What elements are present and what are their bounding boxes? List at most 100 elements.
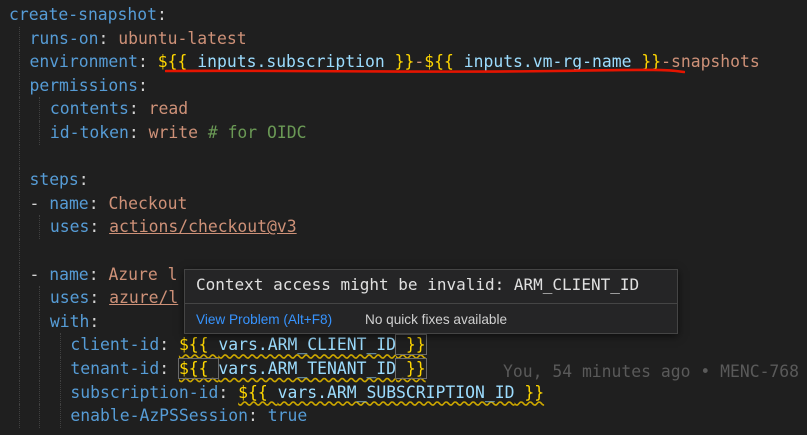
code-token: :	[159, 335, 179, 355]
indent-guide	[59, 333, 62, 357]
code-token: }}	[395, 334, 427, 356]
indent-guide	[39, 380, 41, 405]
indent-guide	[59, 380, 62, 405]
code-text: client-id: ${{ vars.ARM_CLIENT_ID }}	[70, 333, 427, 357]
code-text: enable-AzPSSession: true	[70, 404, 307, 428]
code-text: create-snapshot:	[9, 3, 167, 27]
code-token: :	[128, 99, 149, 119]
no-quick-fixes-label: No quick fixes available	[365, 312, 508, 327]
indent-guide	[19, 380, 21, 405]
code-token: enable-AzPSSession	[70, 406, 248, 426]
view-problem-link[interactable]: View Problem (Alt+F8)	[196, 312, 332, 327]
code-token: :	[88, 264, 109, 284]
code-text: tenant-id: ${{ vars.ARM_TENANT_ID }}	[70, 357, 427, 381]
code-line[interactable]: uses: actions/checkout@v3	[0, 215, 807, 239]
code-token: write	[148, 123, 198, 142]
code-token: :	[157, 5, 167, 24]
code-token: vars.ARM_TENANT_ID	[218, 359, 397, 378]
code-line[interactable]	[0, 144, 807, 169]
code-token: create-snapshot	[9, 5, 158, 24]
indent-guide	[19, 333, 21, 357]
indent-guide	[59, 404, 62, 428]
indent-guide	[19, 239, 21, 263]
code-token: vars.ARM_SUBSCRIPTION_ID	[277, 382, 515, 402]
code-token: contents	[49, 99, 129, 119]
code-token: :	[128, 123, 149, 142]
code-token: subscription-id	[70, 382, 219, 402]
code-line[interactable]: runs-on: ubuntu-latest	[0, 26, 807, 51]
code-token: -	[29, 193, 50, 213]
code-token: :	[89, 288, 110, 308]
code-token: }}	[514, 382, 545, 402]
indent-guide	[39, 121, 41, 145]
code-token: -	[29, 264, 50, 284]
indent-guide	[19, 262, 21, 287]
code-token: :	[248, 406, 268, 426]
code-line[interactable]: steps:	[0, 168, 807, 192]
code-text: with:	[50, 310, 99, 334]
indent-guide	[19, 191, 21, 216]
code-line[interactable]: enable-AzPSSession: true	[0, 404, 807, 428]
code-token: with	[49, 311, 90, 331]
code-token: :	[138, 75, 148, 95]
code-token: :	[78, 170, 89, 190]
code-line[interactable]: - name: Checkout	[0, 191, 807, 216]
code-line[interactable]: contents: read	[0, 97, 807, 121]
code-line[interactable]: client-id: ${{ vars.ARM_CLIENT_ID }}	[0, 333, 807, 357]
indent-guide	[19, 144, 21, 169]
code-token: ubuntu-latest	[118, 28, 247, 48]
code-text: permissions:	[29, 74, 147, 98]
indent-guide	[19, 73, 21, 98]
indent-guide	[19, 309, 21, 334]
red-annotation-underline	[165, 68, 685, 74]
indent-guide	[19, 168, 21, 192]
code-token: }}	[395, 358, 427, 379]
code-token: uses	[49, 217, 90, 237]
indent-guide	[39, 404, 41, 428]
code-text: uses: actions/checkout@v3	[50, 215, 297, 239]
indent-guide	[19, 121, 21, 145]
indent-guide	[39, 333, 41, 357]
code-token: true	[267, 406, 308, 426]
code-token: ${{	[238, 382, 278, 402]
code-token: client-id	[70, 335, 160, 355]
indent-guide	[19, 404, 21, 428]
code-token: :	[218, 382, 239, 402]
code-text: steps:	[29, 168, 88, 192]
code-text: contents: read	[50, 97, 188, 121]
code-text: runs-on: ubuntu-latest	[29, 27, 246, 51]
code-token: :	[89, 311, 100, 331]
indent-guide	[19, 97, 21, 121]
indent-guide	[19, 357, 21, 381]
code-token: uses	[49, 288, 90, 308]
indent-guide	[59, 357, 62, 381]
code-line[interactable]: subscription-id: ${{ vars.ARM_SUBSCRIPTI…	[0, 380, 807, 405]
hover-status-bar: View Problem (Alt+F8) No quick fixes ava…	[185, 303, 677, 333]
code-token: id-token	[49, 123, 129, 142]
code-token: steps	[29, 170, 79, 190]
indent-guide	[39, 215, 41, 239]
code-token: tenant-id	[70, 359, 160, 378]
code-text: id-token: write # for OIDC	[50, 121, 307, 145]
code-token: :	[98, 28, 119, 48]
hover-tooltip: Context access might be invalid: ARM_CLI…	[184, 269, 678, 334]
code-text: - name: Checkout	[29, 192, 187, 216]
code-token: runs-on	[29, 28, 99, 48]
code-token: Checkout	[108, 193, 188, 213]
code-line[interactable]: id-token: write # for OIDC	[0, 121, 807, 145]
code-token: name	[49, 264, 89, 284]
code-token: Azure l	[108, 264, 178, 284]
code-text: subscription-id: ${{ vars.ARM_SUBSCRIPTI…	[70, 381, 544, 405]
code-text: - name: Azure l	[29, 263, 177, 287]
code-line[interactable]: create-snapshot:	[0, 3, 807, 27]
git-blame-annotation: You, 54 minutes ago • MENC-768	[503, 362, 800, 381]
code-token: :	[88, 193, 109, 213]
code-token: :	[159, 359, 179, 378]
code-token: actions/checkout@v3	[109, 217, 297, 237]
code-line[interactable]	[0, 239, 807, 263]
code-line[interactable]: permissions:	[0, 73, 807, 98]
code-token: environment	[29, 52, 139, 72]
code-token: azure/l	[109, 288, 179, 308]
indent-guide	[19, 26, 21, 51]
